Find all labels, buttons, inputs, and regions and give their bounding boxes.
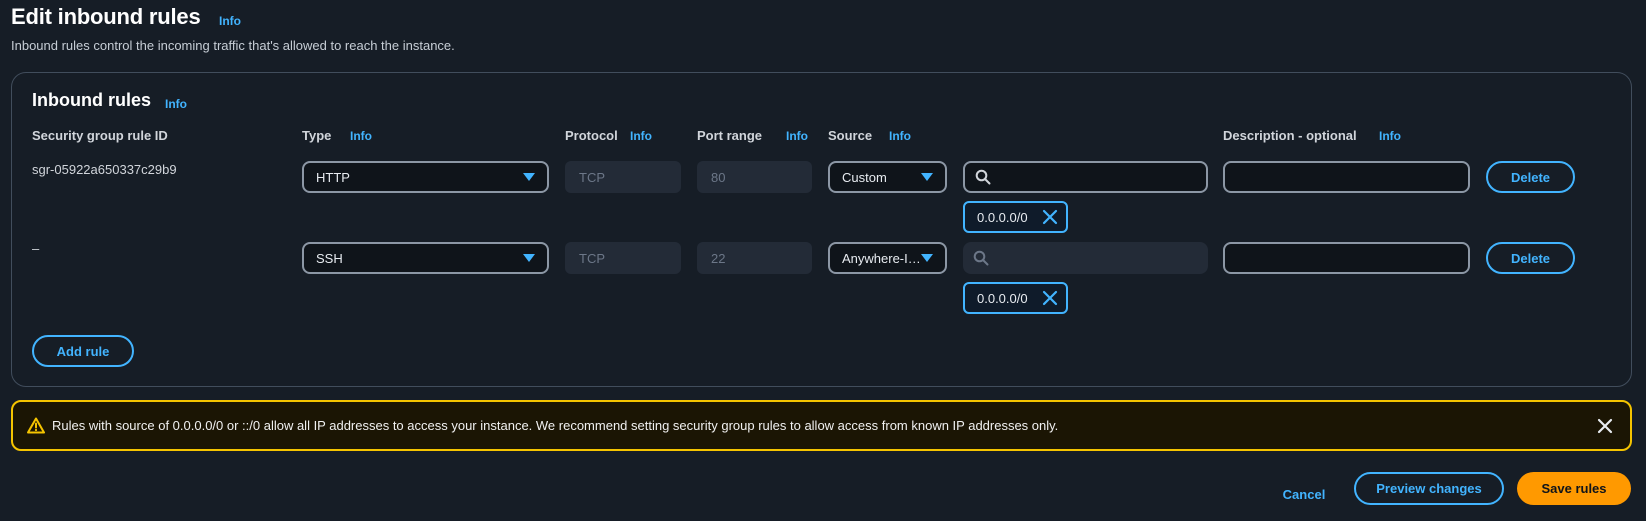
delete-button[interactable]: Delete <box>1486 161 1575 193</box>
close-icon[interactable] <box>1597 418 1613 439</box>
description-input[interactable] <box>1223 161 1470 193</box>
cidr-token: 0.0.0.0/0 <box>963 282 1068 314</box>
description-input[interactable] <box>1223 242 1470 274</box>
column-header-port-range: Port range <box>697 128 763 143</box>
rule-id-text: – <box>32 241 40 256</box>
cidr-search-input <box>963 242 1208 274</box>
port-range-field: 22 <box>697 242 812 274</box>
page-title: Edit inbound rules <box>11 4 201 29</box>
type-select-value: SSH <box>316 250 343 266</box>
source-select[interactable]: Anywhere-IPv4 <box>828 242 947 274</box>
column-header-description: Description - optional <box>1223 128 1357 143</box>
protocol-field: TCP <box>565 161 681 193</box>
type-info-link[interactable]: Info <box>350 129 372 143</box>
source-select-value: Custom <box>842 169 887 185</box>
inbound-rules-panel <box>11 72 1632 387</box>
protocol-field: TCP <box>565 242 681 274</box>
source-select[interactable]: Custom <box>828 161 947 193</box>
column-header-protocol: Protocol <box>565 128 618 143</box>
caret-down-icon <box>523 254 535 262</box>
caret-down-icon <box>921 254 933 262</box>
caret-down-icon <box>523 173 535 181</box>
page-title-info-link[interactable]: Info <box>219 14 241 28</box>
column-header-source: Source <box>828 128 873 143</box>
protocol-info-link[interactable]: Info <box>630 129 652 143</box>
type-select[interactable]: SSH <box>302 242 549 274</box>
rule-id-text: sgr-05922a650337c29b9 <box>32 162 177 177</box>
caret-down-icon <box>921 173 933 181</box>
source-info-link[interactable]: Info <box>889 129 911 143</box>
search-icon <box>975 169 991 185</box>
panel-title: Inbound rules <box>32 90 151 110</box>
panel-title-info-link[interactable]: Info <box>165 97 187 111</box>
source-select-value: Anywhere-IPv4 <box>842 250 921 266</box>
cidr-token-label: 0.0.0.0/0 <box>977 209 1028 225</box>
column-header-rule-id: Security group rule ID <box>32 128 168 143</box>
port-range-field: 80 <box>697 161 812 193</box>
delete-button[interactable]: Delete <box>1486 242 1575 274</box>
remove-token-icon[interactable] <box>1042 290 1058 306</box>
cidr-search-input[interactable] <box>963 161 1208 193</box>
type-select-value: HTTP <box>316 169 350 185</box>
alert-message: Rules with source of 0.0.0.0/0 or ::/0 a… <box>52 418 1059 433</box>
port-range-info-link[interactable]: Info <box>786 129 808 143</box>
cidr-token-label: 0.0.0.0/0 <box>977 290 1028 306</box>
type-select[interactable]: HTTP <box>302 161 549 193</box>
cancel-button[interactable]: Cancel <box>1260 477 1348 511</box>
description-info-link[interactable]: Info <box>1379 129 1401 143</box>
warning-icon <box>27 417 45 439</box>
cidr-token: 0.0.0.0/0 <box>963 201 1068 233</box>
remove-token-icon[interactable] <box>1042 209 1058 225</box>
add-rule-button[interactable]: Add rule <box>32 335 134 367</box>
page-description: Inbound rules control the incoming traff… <box>11 38 455 53</box>
search-icon <box>973 250 989 266</box>
preview-changes-button[interactable]: Preview changes <box>1354 472 1504 505</box>
column-header-type: Type <box>302 128 332 143</box>
save-rules-button[interactable]: Save rules <box>1517 472 1631 505</box>
